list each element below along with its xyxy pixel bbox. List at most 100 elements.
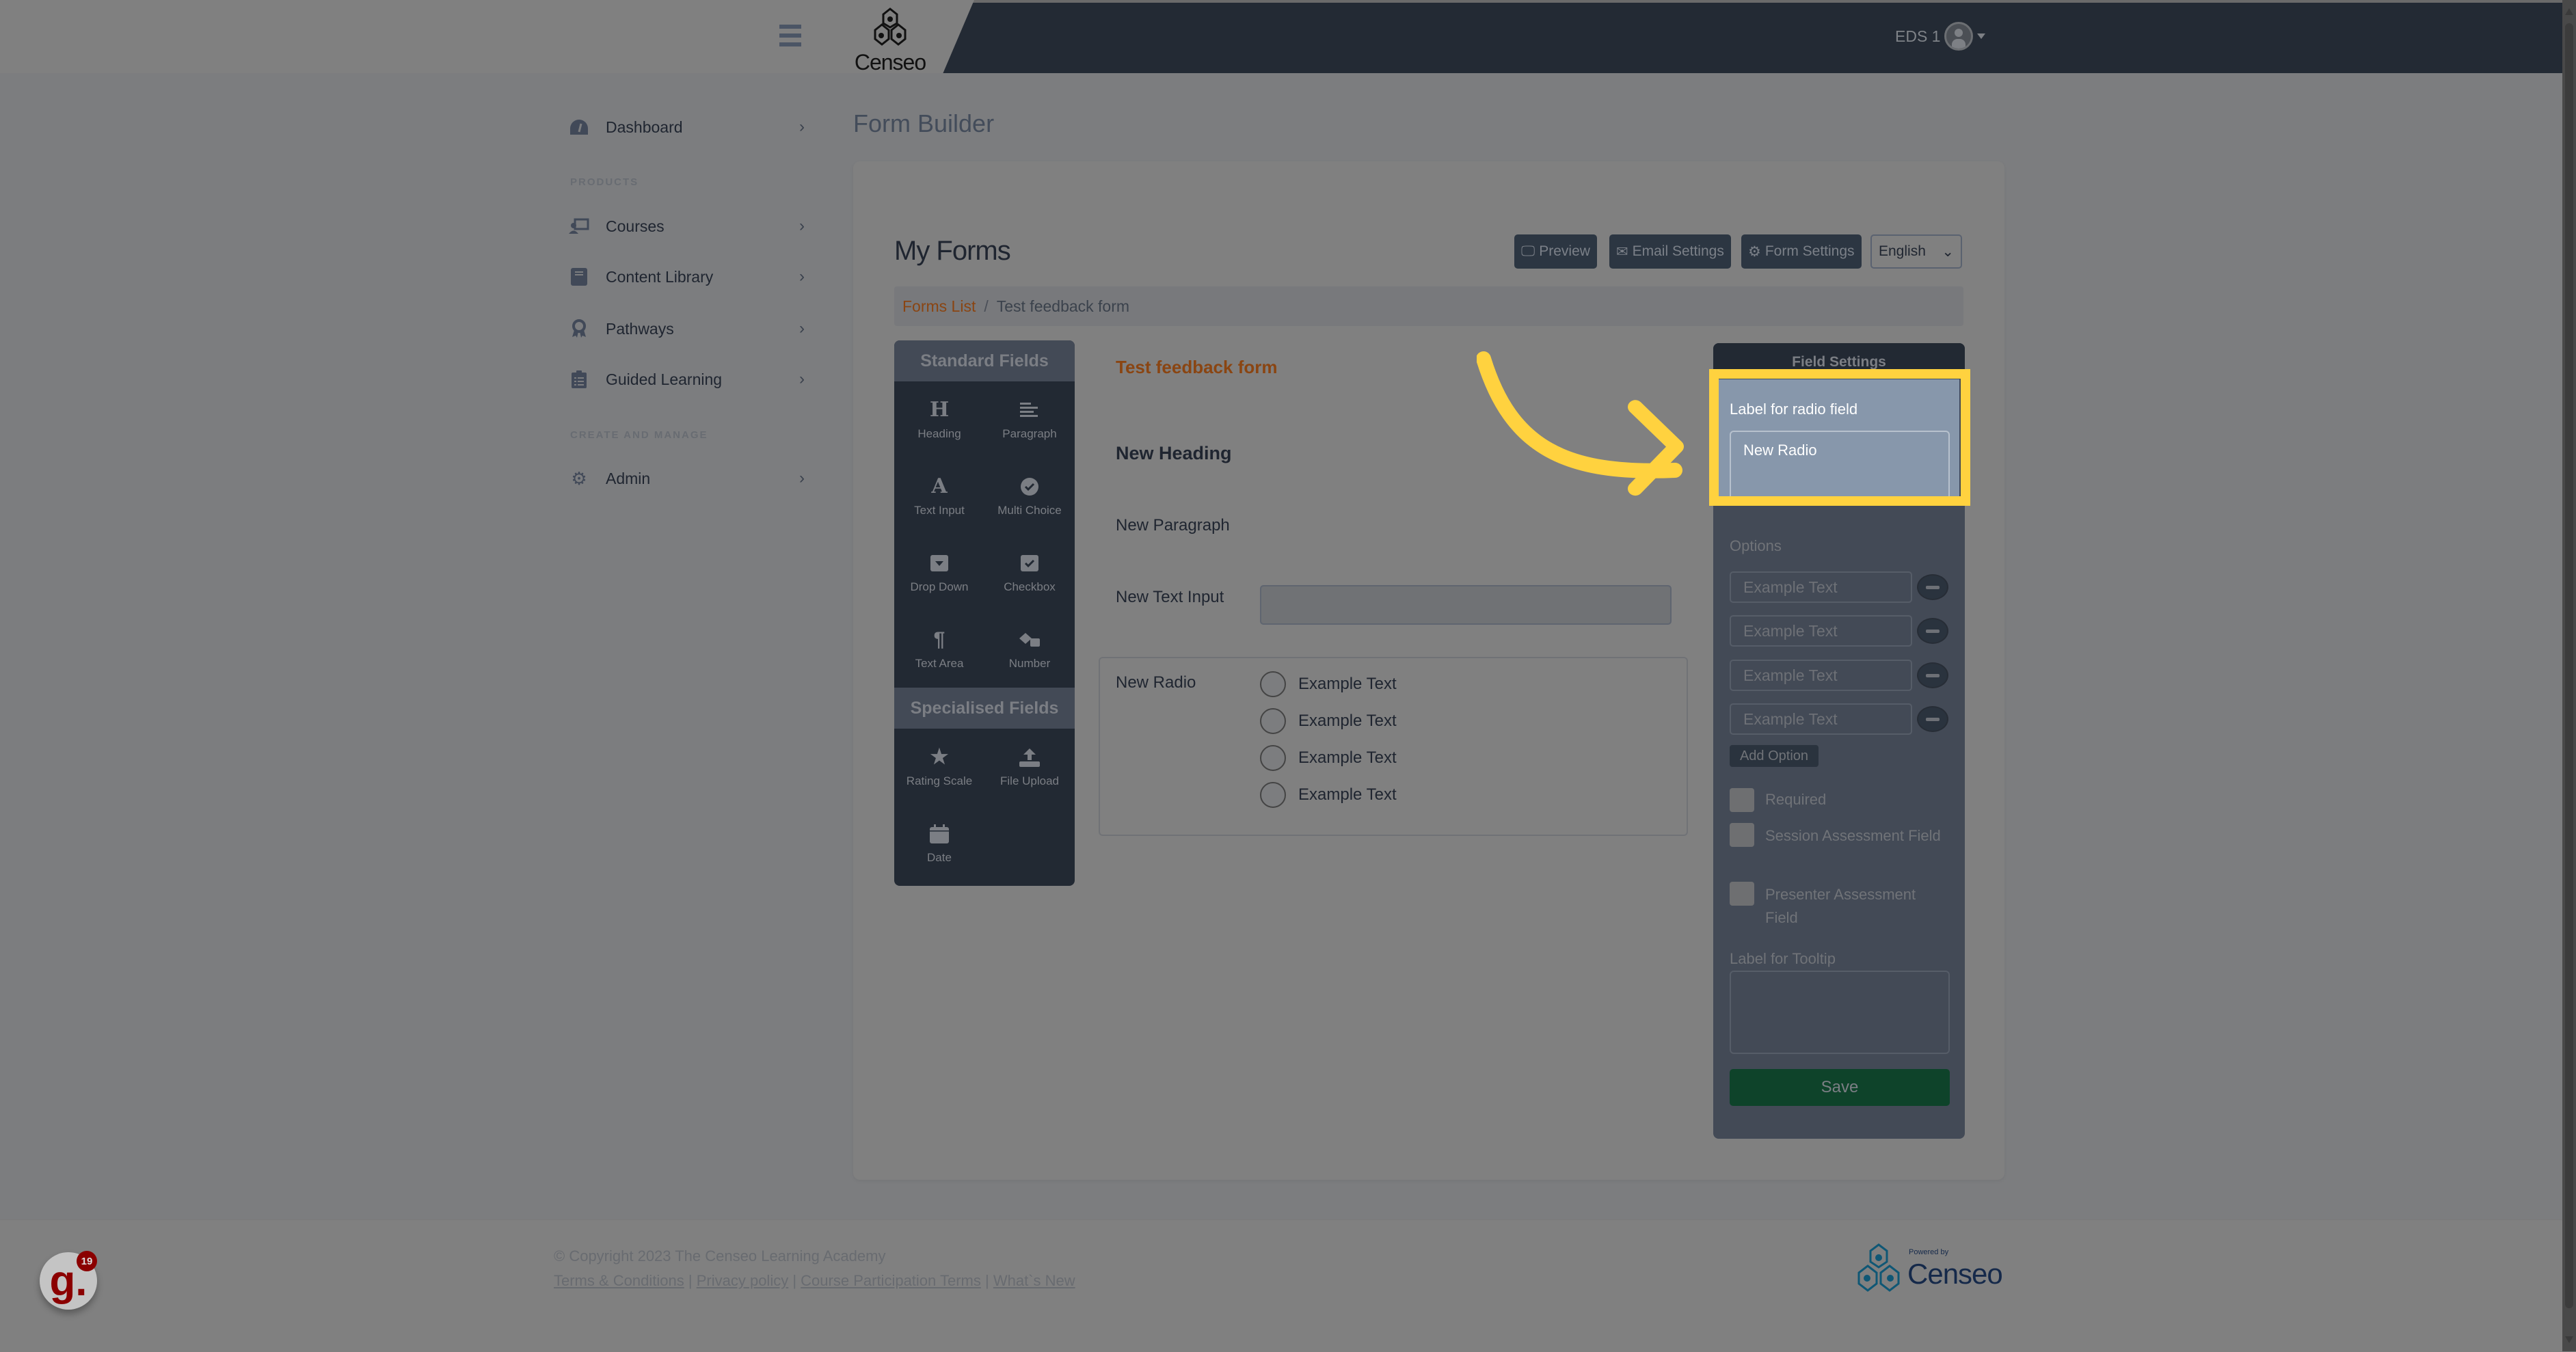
email-settings-label: Email Settings (1632, 243, 1724, 259)
session-assessment-checkbox[interactable] (1730, 823, 1754, 847)
award-icon (569, 319, 589, 339)
chevron-right-icon: › (799, 118, 805, 136)
navbar-brand-area (0, 0, 974, 73)
palette-label: Paragraph (1002, 427, 1057, 440)
sidebar-item-admin[interactable]: ⚙ Admin › (569, 465, 805, 492)
add-option-button[interactable]: Add Option (1730, 745, 1819, 767)
palette-checkbox[interactable]: Checkbox (984, 535, 1075, 611)
chevron-down-icon: ⌄ (1942, 243, 1954, 260)
remove-option-button[interactable] (1917, 574, 1948, 600)
required-checkbox[interactable] (1730, 788, 1754, 812)
language-value: English (1879, 243, 1926, 259)
radio-option[interactable]: Example Text (1260, 707, 1397, 735)
form-title: Test feedback form (1116, 357, 1278, 377)
option-input[interactable]: Example Text (1730, 615, 1912, 647)
footer-links: Terms & Conditions | Privacy policy | Co… (554, 1272, 1075, 1290)
label-for-radio-textarea[interactable]: New Radio (1730, 431, 1950, 502)
envelope-icon: ✉ (1616, 243, 1628, 260)
minus-icon (1926, 629, 1940, 633)
palette-drop-down[interactable]: Drop Down (894, 535, 984, 611)
radio-option[interactable]: Example Text (1260, 744, 1397, 772)
field-settings-header: Field Settings (1713, 343, 1965, 370)
sidebar-item-label: Dashboard (606, 118, 683, 136)
participation-terms-link[interactable]: Course Participation Terms (801, 1272, 981, 1289)
star-icon: ★ (930, 746, 949, 768)
language-select[interactable]: English ⌄ (1870, 234, 1962, 269)
presenter-assessment-label: Presenter Assessment Field (1765, 886, 1916, 926)
censeo-logo[interactable]: Censeo (849, 7, 931, 75)
sidebar-item-pathways[interactable]: Pathways › (569, 315, 805, 342)
palette-paragraph[interactable]: Paragraph (984, 381, 1075, 458)
scrollbar-thumb[interactable] (2565, 23, 2573, 1308)
radio-option[interactable]: Example Text (1260, 781, 1397, 809)
presenter-assessment-checkbox[interactable] (1730, 882, 1754, 906)
remove-option-button[interactable] (1917, 618, 1948, 644)
radio-button[interactable] (1260, 708, 1286, 734)
sidebar-item-guided-learning[interactable]: Guided Learning › (569, 366, 805, 393)
preview-button[interactable]: 🖵 Preview (1514, 234, 1597, 269)
breadcrumb: Forms List / Test feedback form (894, 286, 1963, 326)
sidebar-item-label: Guided Learning (606, 370, 723, 388)
sidebar-item-content-library[interactable]: Content Library › (569, 263, 805, 290)
paragraph-align-icon (1020, 398, 1039, 422)
minus-icon (1926, 717, 1940, 721)
terms-link[interactable]: Terms & Conditions (554, 1272, 684, 1289)
sidebar-item-dashboard[interactable]: Dashboard › (569, 113, 805, 141)
palette-number[interactable]: Number (984, 611, 1075, 688)
brand-name: Censeo (854, 50, 926, 75)
option-input[interactable]: Example Text (1730, 571, 1912, 603)
hamburger-menu-icon[interactable] (779, 25, 801, 46)
link-separator: | (688, 1272, 693, 1289)
form-settings-button[interactable]: ⚙ Form Settings (1741, 234, 1862, 269)
check-square-icon (1021, 552, 1038, 575)
sidebar-item-label: Content Library (606, 267, 714, 286)
form-text-input-label: New Text Input (1116, 588, 1224, 606)
option-input[interactable]: Example Text (1730, 703, 1912, 735)
form-heading-field[interactable]: New Heading (1116, 443, 1232, 464)
heading-icon: H (929, 398, 950, 422)
chevron-right-icon: › (799, 319, 805, 338)
radio-button[interactable] (1260, 671, 1286, 697)
chevron-right-icon: › (799, 370, 805, 388)
breadcrumb-separator: / (984, 297, 989, 315)
gear-icon: ⚙ (1748, 243, 1761, 260)
radio-option[interactable]: Example Text (1260, 671, 1397, 698)
breadcrumb-current: Test feedback form (996, 297, 1130, 315)
palette-rating-scale[interactable]: ★ Rating Scale (894, 729, 984, 805)
my-forms-heading: My Forms (894, 236, 1011, 266)
sidebar-item-label: Admin (606, 469, 651, 487)
option-input[interactable]: Example Text (1730, 660, 1912, 691)
session-assessment-label: Session Assessment Field (1765, 827, 1941, 844)
form-text-input[interactable] (1260, 585, 1672, 625)
save-button[interactable]: Save (1730, 1069, 1950, 1106)
palette-label: Text Input (914, 504, 965, 517)
remove-option-button[interactable] (1917, 706, 1948, 732)
breadcrumb-forms-list[interactable]: Forms List (902, 297, 976, 316)
link-separator: | (985, 1272, 989, 1289)
palette-date[interactable]: Date (894, 805, 984, 882)
palette-multi-choice[interactable]: Multi Choice (984, 458, 1075, 535)
palette-file-upload[interactable]: File Upload (984, 729, 1075, 805)
tooltip-textarea[interactable] (1730, 971, 1950, 1054)
radio-button[interactable] (1260, 745, 1286, 771)
palette-heading[interactable]: H Heading (894, 381, 984, 458)
email-settings-button[interactable]: ✉ Email Settings (1609, 234, 1731, 269)
palette-label: Drop Down (910, 580, 969, 593)
palette-text-input[interactable]: A Text Input (894, 458, 984, 535)
upload-icon (1019, 746, 1040, 769)
sidebar-item-courses[interactable]: Courses › (569, 213, 805, 240)
whats-new-link[interactable]: What`s New (993, 1272, 1075, 1289)
scroll-down-icon[interactable] (2565, 1336, 2573, 1343)
privacy-link[interactable]: Privacy policy (697, 1272, 788, 1289)
caret-square-icon (930, 552, 948, 575)
palette-text-area[interactable]: ¶ Text Area (894, 611, 984, 688)
page-scrollbar[interactable] (2562, 0, 2576, 1351)
clipboard-list-icon (569, 369, 589, 390)
form-paragraph-field[interactable]: New Paragraph (1116, 516, 1230, 535)
powered-brand: Censeo (1907, 1258, 2003, 1290)
user-menu[interactable]: EDS 1 (1895, 19, 1986, 53)
remove-option-button[interactable] (1917, 662, 1948, 688)
palette-label: Date (927, 851, 952, 864)
radio-button[interactable] (1260, 782, 1286, 808)
scroll-up-icon[interactable] (2565, 8, 2573, 15)
